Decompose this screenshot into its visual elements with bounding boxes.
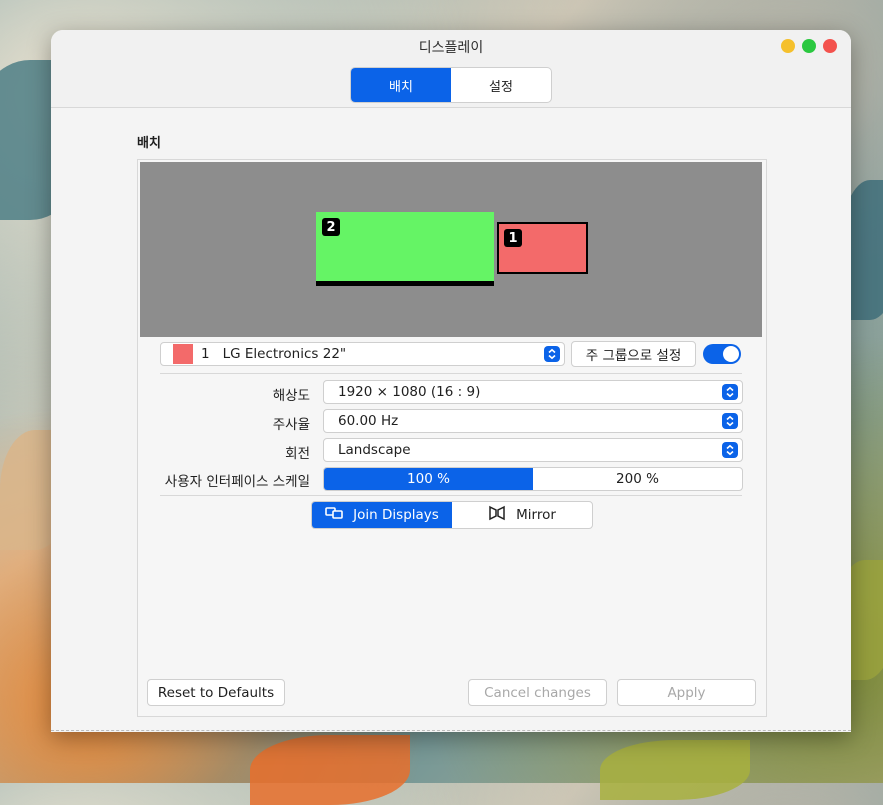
refresh-rate-label: 주사율 xyxy=(272,417,310,433)
mirror-icon xyxy=(488,505,506,525)
chevron-updown-icon xyxy=(722,442,738,458)
ui-scale-selector: 100 % 200 % xyxy=(323,467,743,491)
chevron-updown-icon xyxy=(722,413,738,429)
monitor-badge: 2 xyxy=(322,218,340,236)
display-select[interactable]: 1 LG Electronics 22" xyxy=(160,342,565,366)
window-controls xyxy=(781,39,837,53)
cancel-changes-button[interactable]: Cancel changes xyxy=(468,679,607,706)
display-name: LG Electronics 22" xyxy=(222,346,347,362)
rotation-label: 회전 xyxy=(285,446,310,462)
refresh-rate-value: 60.00 Hz xyxy=(338,413,399,429)
toggle-knob xyxy=(723,346,739,362)
window-title: 디스플레이 xyxy=(418,39,484,56)
mirror-label: Mirror xyxy=(516,507,556,523)
tab-settings[interactable]: 설정 xyxy=(451,68,551,102)
divider xyxy=(160,373,742,374)
wallpaper-shape xyxy=(250,735,410,805)
display-number: 1 xyxy=(201,346,210,362)
display-color-swatch xyxy=(173,344,193,364)
resolution-value: 1920 × 1080 (16 : 9) xyxy=(338,384,481,400)
scale-option-100[interactable]: 100 % xyxy=(324,468,533,490)
tab-arrangement[interactable]: 배치 xyxy=(351,68,451,102)
resolution-label: 해상도 xyxy=(272,388,310,404)
set-primary-button[interactable]: 주 그룹으로 설정 xyxy=(571,341,696,367)
monitor-badge: 1 xyxy=(504,229,522,247)
titlebar: 디스플레이 xyxy=(51,30,851,63)
apply-button[interactable]: Apply xyxy=(617,679,756,706)
monitor-2[interactable]: 2 xyxy=(316,212,494,286)
monitor-arrangement-canvas[interactable]: 2 1 xyxy=(140,162,762,337)
close-button[interactable] xyxy=(823,39,837,53)
display-settings-window: 디스플레이 배치 설정 배치 2 1 1 LG Electronics 22" xyxy=(51,30,851,732)
mirror-button[interactable]: Mirror xyxy=(452,502,592,528)
maximize-button[interactable] xyxy=(802,39,816,53)
chevron-updown-icon xyxy=(722,384,738,400)
divider xyxy=(160,495,742,496)
tab-switcher: 배치 설정 xyxy=(350,67,552,103)
window-bottom-edge xyxy=(51,730,851,732)
join-displays-label: Join Displays xyxy=(353,507,439,523)
join-displays-button[interactable]: Join Displays xyxy=(312,502,452,528)
display-enabled-toggle[interactable] xyxy=(703,344,741,364)
chevron-updown-icon xyxy=(544,346,560,362)
minimize-button[interactable] xyxy=(781,39,795,53)
display-mode-selector: Join Displays Mirror xyxy=(311,501,593,529)
refresh-rate-select[interactable]: 60.00 Hz xyxy=(323,409,743,433)
ui-scale-label: 사용자 인터페이스 스케일 xyxy=(164,474,310,490)
tab-bar: 배치 설정 xyxy=(51,63,851,108)
rotation-value: Landscape xyxy=(338,442,411,458)
scale-option-200[interactable]: 200 % xyxy=(533,468,742,490)
resolution-select[interactable]: 1920 × 1080 (16 : 9) xyxy=(323,380,743,404)
monitor-1[interactable]: 1 xyxy=(497,222,588,274)
arrangement-panel: 2 1 1 LG Electronics 22" 주 그룹으로 설정 해상도 1… xyxy=(137,159,767,717)
join-displays-icon xyxy=(325,506,343,524)
section-title: 배치 xyxy=(137,136,161,151)
wallpaper-shape xyxy=(600,740,750,800)
rotation-select[interactable]: Landscape xyxy=(323,438,743,462)
reset-defaults-button[interactable]: Reset to Defaults xyxy=(147,679,285,706)
